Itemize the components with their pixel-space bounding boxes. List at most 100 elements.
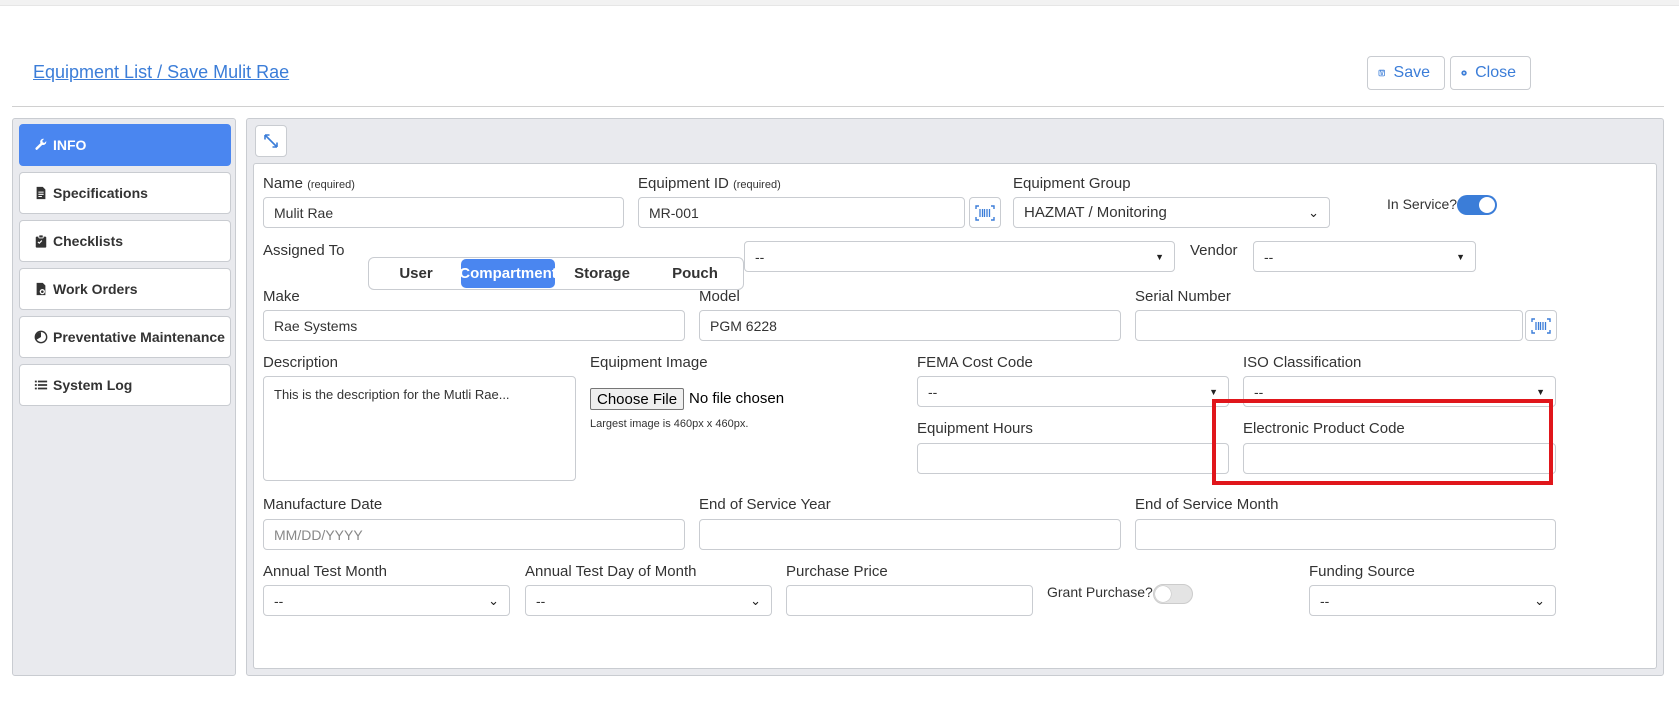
toggle-knob bbox=[1155, 586, 1171, 602]
annual-test-month-label: Annual Test Month bbox=[263, 563, 387, 580]
sidebar-item-label: INFO bbox=[53, 137, 87, 153]
fema-cost-code-label: FEMA Cost Code bbox=[917, 354, 1033, 371]
sidebar: INFO Specifications Checklists Work Orde… bbox=[12, 118, 236, 676]
fema-cost-code-select[interactable]: -- ▼ bbox=[917, 376, 1229, 407]
barcode-icon bbox=[975, 204, 995, 221]
highlight-box bbox=[1212, 399, 1553, 485]
sidebar-item-checklists[interactable]: Checklists bbox=[19, 220, 231, 262]
sidebar-item-system-log[interactable]: System Log bbox=[19, 364, 231, 406]
save-button[interactable]: Save bbox=[1367, 56, 1445, 90]
funding-source-value: -- bbox=[1320, 592, 1330, 609]
equipment-group-select[interactable]: HAZMAT / Monitoring ⌄ bbox=[1013, 197, 1330, 228]
assigned-to-option-user[interactable]: User bbox=[371, 259, 461, 288]
close-circle-icon bbox=[1461, 70, 1467, 76]
serial-number-label: Serial Number bbox=[1135, 288, 1231, 305]
end-of-service-month-label: End of Service Month bbox=[1135, 496, 1279, 513]
sidebar-item-info[interactable]: INFO bbox=[19, 124, 231, 166]
assigned-to-target-value: -- bbox=[755, 248, 765, 265]
close-label: Close bbox=[1475, 64, 1516, 81]
assigned-to-option-pouch[interactable]: Pouch bbox=[649, 259, 741, 288]
clipboard-icon bbox=[35, 234, 47, 248]
sidebar-item-label: Checklists bbox=[53, 233, 124, 249]
choose-file-button[interactable]: Choose File bbox=[590, 388, 685, 410]
manufacture-date-input[interactable]: MM/DD/YYYY bbox=[263, 519, 685, 550]
header-divider bbox=[12, 106, 1664, 107]
file-gear-icon bbox=[36, 282, 46, 296]
caret-down-icon: ▼ bbox=[1209, 386, 1218, 397]
chevron-down-icon: ⌄ bbox=[488, 592, 499, 608]
chevron-down-icon: ⌄ bbox=[1534, 592, 1545, 608]
sidebar-item-preventative-maintenance[interactable]: Preventative Maintenance bbox=[19, 316, 231, 358]
barcode-scan-button[interactable] bbox=[1525, 310, 1557, 341]
make-input[interactable]: Rae Systems bbox=[263, 310, 685, 341]
close-button[interactable]: Close bbox=[1450, 56, 1531, 90]
grant-purchase-toggle[interactable] bbox=[1153, 584, 1193, 604]
equipment-group-label: Equipment Group bbox=[1013, 175, 1131, 192]
wrench-icon bbox=[35, 138, 47, 150]
make-label: Make bbox=[263, 288, 300, 305]
main-content: Name (required) Mulit Rae Equipment ID (… bbox=[246, 118, 1664, 676]
sidebar-item-label: Work Orders bbox=[53, 281, 138, 297]
barcode-icon bbox=[1531, 317, 1551, 334]
vendor-value: -- bbox=[1264, 248, 1274, 265]
annual-test-day-value: -- bbox=[536, 592, 546, 609]
barcode-scan-button[interactable] bbox=[969, 197, 1001, 228]
funding-source-label: Funding Source bbox=[1309, 563, 1415, 580]
assigned-to-segmented-control: User Compartment Storage Pouch bbox=[368, 257, 744, 290]
file-status-text: No file chosen bbox=[689, 390, 785, 407]
serial-number-input[interactable] bbox=[1135, 310, 1523, 341]
expand-button[interactable] bbox=[255, 125, 287, 157]
vendor-select[interactable]: -- ▼ bbox=[1253, 241, 1476, 272]
model-label: Model bbox=[699, 288, 740, 305]
assigned-to-option-storage[interactable]: Storage bbox=[555, 259, 649, 288]
in-service-label: In Service? bbox=[1387, 196, 1458, 212]
assigned-to-option-compartment[interactable]: Compartment bbox=[459, 259, 557, 288]
funding-source-select[interactable]: -- ⌄ bbox=[1309, 585, 1556, 616]
caret-down-icon: ▼ bbox=[1456, 251, 1465, 262]
grant-purchase-label: Grant Purchase? bbox=[1047, 584, 1153, 600]
assigned-to-target-select[interactable]: -- ▼ bbox=[744, 241, 1175, 272]
annual-test-month-select[interactable]: -- ⌄ bbox=[263, 585, 510, 616]
iso-classification-label: ISO Classification bbox=[1243, 354, 1362, 371]
equipment-id-input[interactable]: MR-001 bbox=[638, 197, 965, 228]
model-input[interactable]: PGM 6228 bbox=[699, 310, 1121, 341]
expand-arrows-icon bbox=[264, 134, 278, 148]
equipment-hours-label: Equipment Hours bbox=[917, 420, 1033, 437]
image-size-hint: Largest image is 460px x 460px. bbox=[590, 418, 749, 430]
iso-classification-value: -- bbox=[1254, 383, 1264, 400]
chevron-down-icon: ⌄ bbox=[1308, 204, 1319, 220]
caret-down-icon: ▼ bbox=[1536, 386, 1545, 397]
sidebar-item-label: System Log bbox=[53, 377, 133, 393]
annual-test-month-value: -- bbox=[274, 592, 284, 609]
sidebar-item-label: Specifications bbox=[53, 185, 148, 201]
sidebar-item-label: Preventative Maintenance bbox=[53, 329, 225, 345]
document-icon bbox=[36, 186, 46, 200]
end-of-service-year-input[interactable] bbox=[699, 519, 1121, 550]
name-input[interactable]: Mulit Rae bbox=[263, 197, 624, 228]
sidebar-item-work-orders[interactable]: Work Orders bbox=[19, 268, 231, 310]
top-strip bbox=[0, 0, 1679, 6]
fema-cost-code-value: -- bbox=[928, 383, 938, 400]
equipment-id-label: Equipment ID (required) bbox=[638, 175, 781, 192]
floppy-disk-icon bbox=[1378, 69, 1385, 77]
description-textarea[interactable]: This is the description for the Mutli Ra… bbox=[263, 376, 576, 481]
description-label: Description bbox=[263, 354, 339, 371]
annual-test-day-select[interactable]: -- ⌄ bbox=[525, 585, 772, 616]
pie-chart-icon bbox=[34, 330, 48, 344]
name-label: Name (required) bbox=[263, 175, 355, 192]
chevron-down-icon: ⌄ bbox=[750, 592, 761, 608]
equipment-hours-input[interactable] bbox=[917, 443, 1229, 474]
assigned-to-label: Assigned To bbox=[263, 242, 345, 259]
save-label: Save bbox=[1393, 64, 1430, 81]
manufacture-date-label: Manufacture Date bbox=[263, 496, 383, 513]
in-service-toggle[interactable] bbox=[1457, 195, 1497, 215]
list-icon bbox=[34, 380, 48, 390]
sidebar-item-specifications[interactable]: Specifications bbox=[19, 172, 231, 214]
end-of-service-month-input[interactable] bbox=[1135, 519, 1556, 550]
purchase-price-input[interactable] bbox=[786, 585, 1033, 616]
caret-down-icon: ▼ bbox=[1155, 251, 1164, 262]
breadcrumb[interactable]: Equipment List / Save Mulit Rae bbox=[33, 62, 289, 83]
vendor-label: Vendor bbox=[1190, 242, 1238, 259]
toggle-knob bbox=[1479, 197, 1495, 213]
purchase-price-label: Purchase Price bbox=[786, 563, 888, 580]
